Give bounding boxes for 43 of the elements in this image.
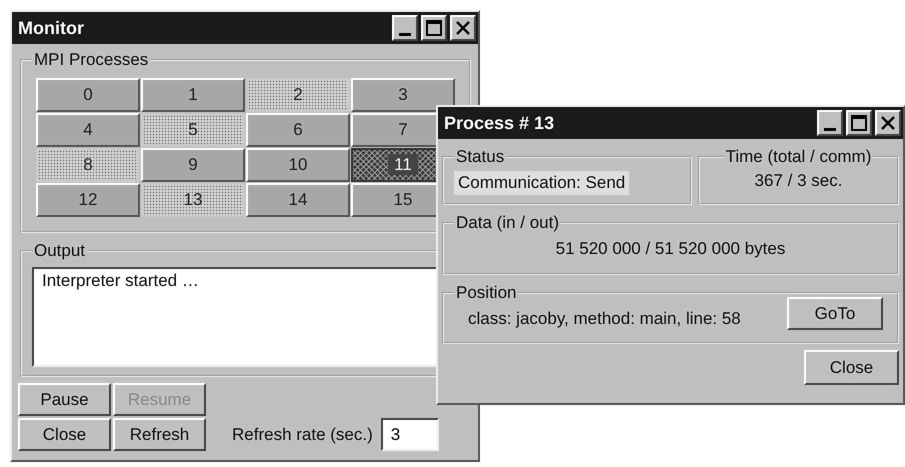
goto-button[interactable]: GoTo <box>787 297 883 330</box>
group-label: Data (in / out) <box>455 213 560 233</box>
process-button[interactable]: 9 <box>141 148 245 182</box>
close-icon <box>455 20 471 36</box>
refresh-rate-field[interactable]: 3 <box>380 418 439 451</box>
refresh-button[interactable]: Refresh <box>113 418 206 451</box>
process-button[interactable]: 3 <box>351 78 455 112</box>
minimize-icon <box>399 32 411 36</box>
minimize-button[interactable] <box>817 110 843 136</box>
close-button[interactable] <box>875 110 901 136</box>
close-icon <box>880 115 896 131</box>
process-button[interactable]: 1 <box>141 78 245 112</box>
process-button[interactable]: 10 <box>246 148 350 182</box>
group-label: Status <box>455 147 506 167</box>
window-title: Monitor <box>18 18 84 38</box>
group-label: Position <box>455 283 518 303</box>
maximize-button[interactable] <box>421 15 447 41</box>
group-label: Time (total / comm) <box>724 147 872 167</box>
process-button[interactable]: 4 <box>36 113 140 147</box>
close-button[interactable]: Close <box>804 350 899 385</box>
maximize-icon <box>426 20 442 36</box>
maximize-button[interactable] <box>846 110 872 136</box>
close-button[interactable]: Close <box>18 418 111 451</box>
group-label: Output <box>33 241 86 261</box>
data-value: 51 520 000 / 51 520 000 bytes <box>554 238 786 260</box>
process-button[interactable]: 5 <box>141 113 245 147</box>
process-button[interactable]: 2 <box>246 78 350 112</box>
maximize-icon <box>851 115 867 131</box>
close-button[interactable] <box>450 15 476 41</box>
status-value: Communication: Send <box>454 171 630 195</box>
process-button[interactable]: 13 <box>141 183 245 217</box>
process-button[interactable]: 14 <box>246 183 350 217</box>
minimize-button[interactable] <box>392 15 418 41</box>
group-label: MPI Processes <box>33 50 150 70</box>
process-button[interactable]: 12 <box>36 183 140 217</box>
process-button[interactable]: 8 <box>36 148 140 182</box>
pause-button[interactable]: Pause <box>18 383 111 416</box>
process-button[interactable]: 0 <box>36 78 140 112</box>
position-value: class: jacoby, method: main, line: 58 <box>468 308 741 328</box>
time-value: 367 / 3 sec. <box>754 171 842 190</box>
refresh-rate-label: Refresh rate (sec.) <box>232 424 373 444</box>
process-button[interactable]: 6 <box>246 113 350 147</box>
minimize-icon <box>824 128 836 130</box>
